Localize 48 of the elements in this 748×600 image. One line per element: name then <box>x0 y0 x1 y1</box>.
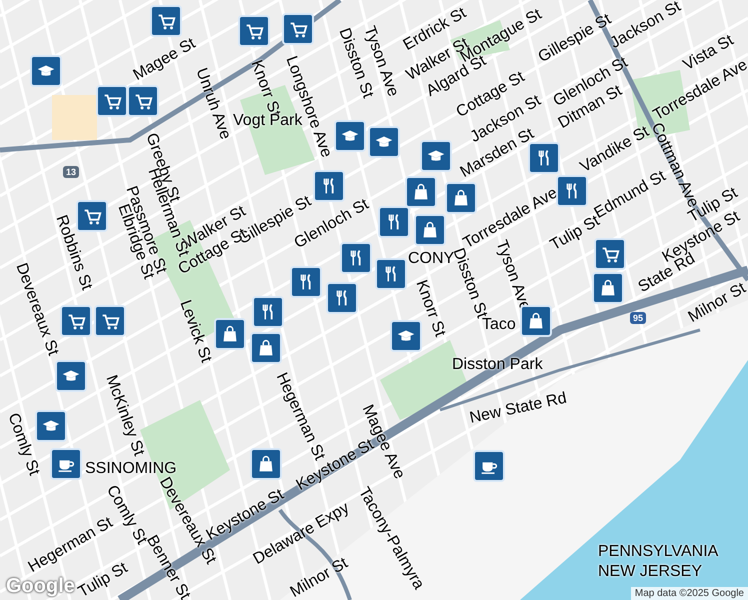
district-label: CONY <box>408 250 454 267</box>
shopping-cart-icon[interactable] <box>96 85 128 117</box>
coffee-cup-icon[interactable] <box>473 450 505 482</box>
graduation-cap-icon[interactable] <box>35 410 67 442</box>
fork-knife-icon[interactable] <box>252 296 284 328</box>
fork-knife-icon[interactable] <box>528 142 560 174</box>
park-label: Disston Park <box>452 356 543 374</box>
street-label: Tulip St <box>76 559 131 600</box>
street-label: New State Rd <box>468 390 568 428</box>
graduation-cap-icon[interactable] <box>30 55 62 87</box>
fork-knife-icon[interactable] <box>556 175 588 207</box>
fork-knife-icon[interactable] <box>378 206 410 238</box>
shopping-cart-icon[interactable] <box>127 85 159 117</box>
shopping-bag-icon[interactable] <box>405 176 437 208</box>
state-label: PENNSYLVANIA <box>598 543 718 561</box>
graduation-cap-icon[interactable] <box>390 320 422 352</box>
map-attribution: Map data ©2025 Google <box>630 587 748 600</box>
street-label: Knorr St <box>412 278 449 340</box>
shopping-bag-icon[interactable] <box>250 448 282 480</box>
shopping-bag-icon[interactable] <box>414 214 446 246</box>
street-label: Taco <box>482 316 516 334</box>
shopping-bag-icon[interactable] <box>250 332 282 364</box>
graduation-cap-icon[interactable] <box>420 140 452 172</box>
shopping-cart-icon[interactable] <box>60 305 92 337</box>
graduation-cap-icon[interactable] <box>368 126 400 158</box>
shopping-cart-icon[interactable] <box>150 5 182 37</box>
fork-knife-icon[interactable] <box>313 170 345 202</box>
map-logo: Google <box>6 575 75 598</box>
street-label: Levick St <box>176 298 215 366</box>
state-label: NEW JERSEY <box>598 563 702 581</box>
shopping-cart-icon[interactable] <box>282 13 314 45</box>
shopping-bag-icon[interactable] <box>592 272 624 304</box>
district-label: SSINOMING <box>85 460 177 477</box>
graduation-cap-icon[interactable] <box>334 120 366 152</box>
fork-knife-icon[interactable] <box>375 258 407 290</box>
fork-knife-icon[interactable] <box>326 282 358 314</box>
shopping-cart-icon[interactable] <box>238 15 270 47</box>
shopping-cart-icon[interactable] <box>94 305 126 337</box>
street-label: Unruh Ave <box>192 66 234 142</box>
route-shield: 13 <box>63 166 80 178</box>
shopping-bag-icon[interactable] <box>214 318 246 350</box>
shopping-cart-icon[interactable] <box>594 238 626 270</box>
fork-knife-icon[interactable] <box>290 266 322 298</box>
route-shield: 95 <box>630 312 646 324</box>
coffee-cup-icon[interactable] <box>50 448 82 480</box>
street-label: Robbins St <box>52 212 96 293</box>
street-label: Comly St <box>4 410 43 478</box>
graduation-cap-icon[interactable] <box>55 360 87 392</box>
